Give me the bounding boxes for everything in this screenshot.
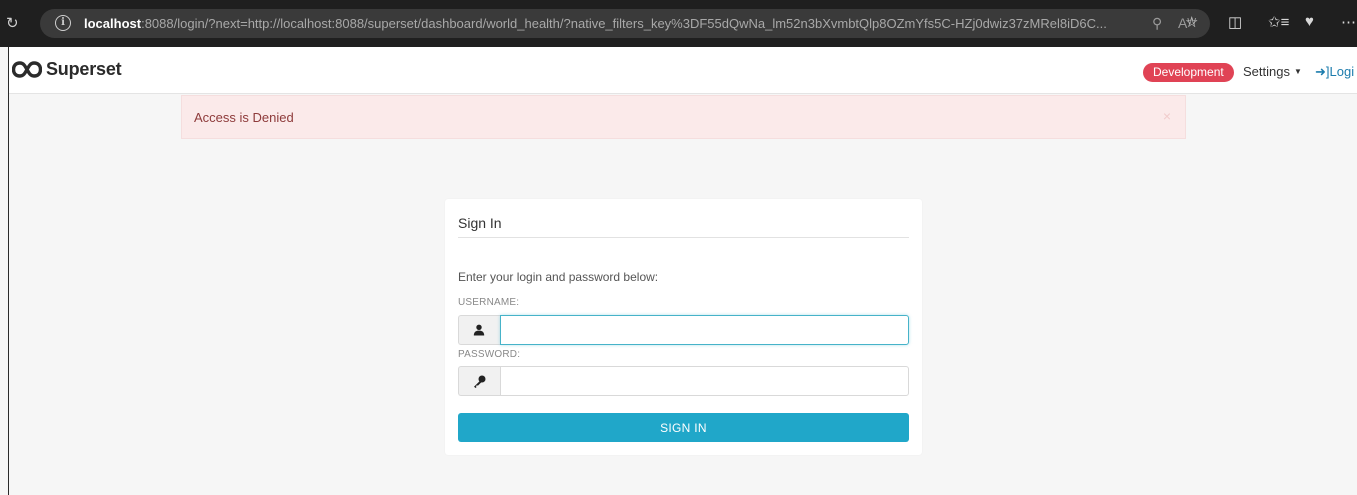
password-key-icon[interactable]: ⚲ [1152, 15, 1162, 32]
username-field[interactable] [500, 315, 909, 345]
favorites-list-icon[interactable]: ✩≡ [1268, 13, 1289, 31]
more-menu-icon[interactable]: ⋯ [1341, 13, 1356, 31]
key-icon [474, 375, 486, 388]
access-denied-alert: Access is Denied × [181, 95, 1186, 139]
favorite-star-icon[interactable]: ☆ [1185, 13, 1198, 31]
password-addon [458, 366, 500, 396]
alert-close-icon[interactable]: × [1163, 108, 1171, 124]
settings-label: Settings [1243, 64, 1290, 79]
username-label: USERNAME: [458, 297, 520, 308]
alert-message: Access is Denied [194, 110, 294, 125]
browser-toolbar: ↻ i localhost:8088/login/?next=http://lo… [0, 0, 1357, 47]
login-card: Sign In Enter your login and password be… [445, 199, 922, 455]
url-text[interactable]: localhost:8088/login/?next=http://localh… [84, 16, 1144, 31]
environment-badge: Development [1143, 63, 1234, 82]
sign-in-button[interactable]: SIGN IN [458, 413, 909, 442]
browser-essentials-icon[interactable]: ♥ [1305, 13, 1314, 30]
password-input-group [458, 366, 909, 396]
user-icon [473, 324, 485, 336]
page-content: Superset Development Settings ▼ ➜]Logi Ac… [8, 47, 1357, 495]
login-link[interactable]: ➜]Logi [1315, 64, 1354, 80]
username-input-group [458, 315, 909, 345]
site-info-icon[interactable]: i [55, 15, 71, 31]
superset-logo[interactable]: Superset [12, 59, 122, 80]
address-bar[interactable]: i localhost:8088/login/?next=http://loca… [40, 9, 1210, 38]
login-title: Sign In [458, 215, 909, 238]
reload-icon[interactable]: ↻ [6, 14, 19, 32]
sign-in-icon: ➜] [1315, 64, 1330, 79]
superset-logo-icon [12, 61, 42, 78]
caret-down-icon: ▼ [1293, 67, 1302, 76]
url-host: localhost [84, 16, 142, 31]
password-label: PASSWORD: [458, 349, 521, 360]
app-name: Superset [46, 59, 122, 79]
split-screen-icon[interactable]: ◫ [1228, 13, 1242, 31]
login-instructions: Enter your login and password below: [458, 270, 659, 284]
password-field[interactable] [500, 366, 909, 396]
settings-menu[interactable]: Settings ▼ [1243, 64, 1302, 79]
app-navbar: Superset Development Settings ▼ ➜]Logi [9, 47, 1357, 94]
url-path: :8088/login/?next=http://localhost:8088/… [141, 16, 1107, 31]
login-label: Logi [1329, 64, 1355, 79]
username-addon [458, 315, 500, 345]
